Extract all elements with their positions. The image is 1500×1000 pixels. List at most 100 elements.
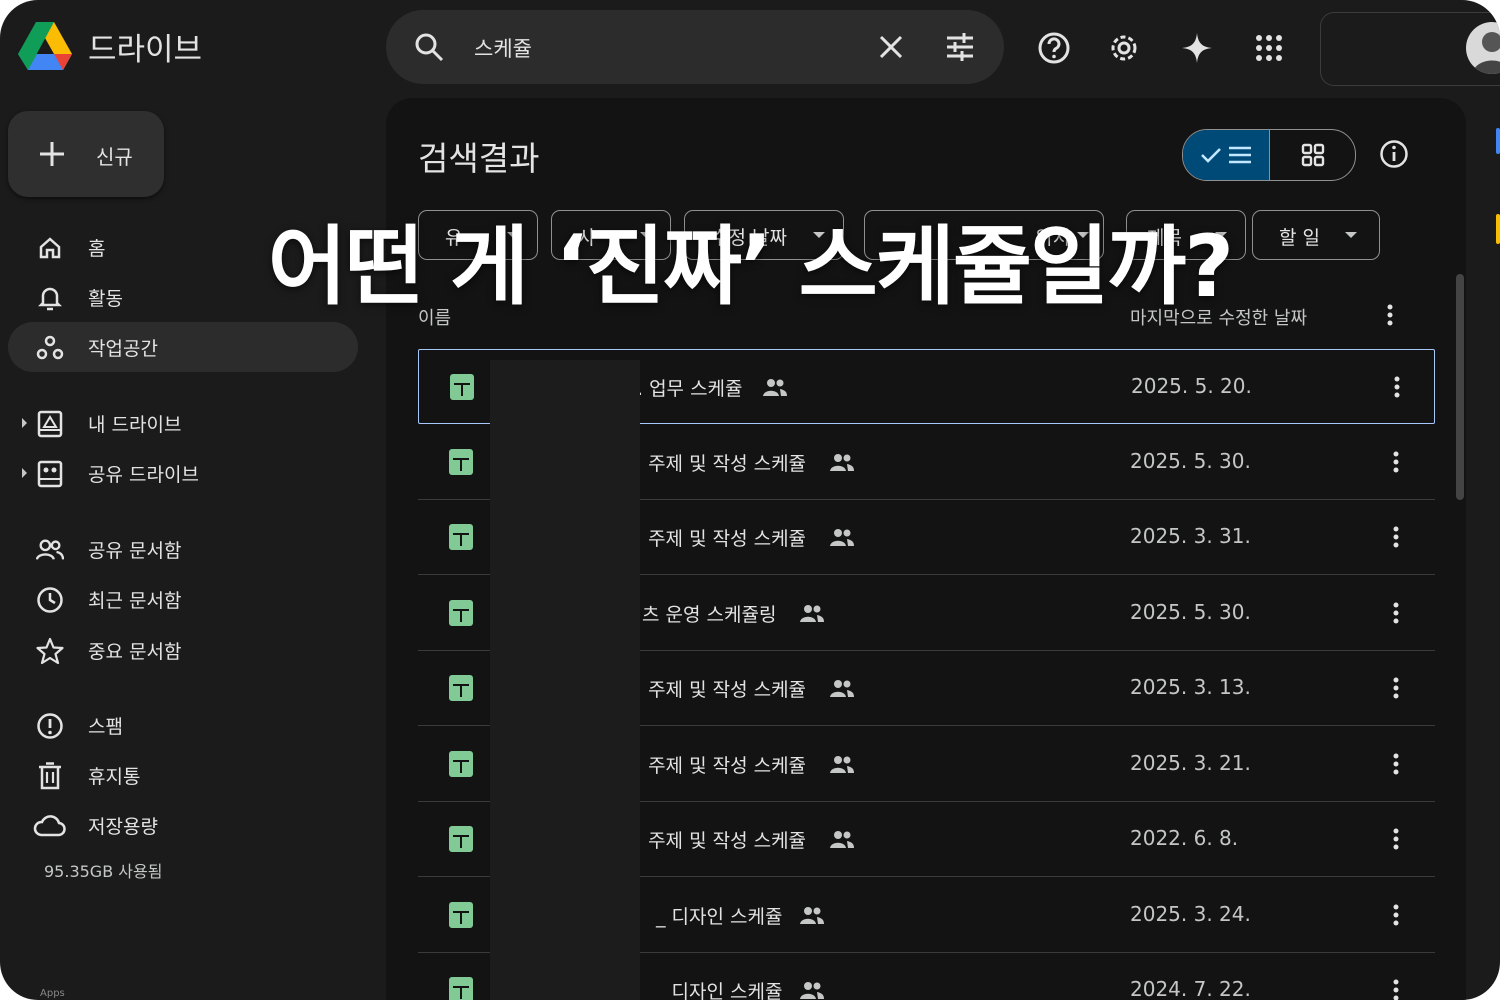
search-icon[interactable]	[412, 10, 446, 84]
more-vert-icon[interactable]	[1392, 526, 1400, 548]
expand-caret-icon[interactable]	[22, 468, 27, 478]
more-vert-icon[interactable]	[1392, 828, 1400, 850]
top-bar: 드라이브	[0, 0, 1500, 96]
file-name: . 주제 및 작성 스케쥴	[636, 755, 807, 777]
details-info-icon[interactable]	[1376, 136, 1412, 172]
more-vert-icon[interactable]	[1392, 451, 1400, 473]
file-name: _ 디자인 스케쥴	[656, 981, 783, 1000]
sidebar-item-starred[interactable]: 중요 문서함	[8, 625, 358, 675]
file-modified-date: 2024. 7. 22.	[1130, 977, 1251, 1000]
sheets-file-icon	[449, 977, 473, 1000]
sidebar-item-my-drive[interactable]: 내 드라이브	[8, 398, 358, 448]
sidebar-item-spam[interactable]: 스팸	[8, 700, 358, 750]
shared-drive-icon	[36, 460, 64, 488]
file-modified-date: 2022. 6. 8.	[1130, 826, 1239, 850]
file-modified-date: 2025. 5. 30.	[1130, 600, 1251, 624]
help-icon[interactable]	[1032, 26, 1076, 70]
file-modified-date: 2025. 5. 30.	[1130, 449, 1251, 473]
file-modified-date: 2025. 3. 13.	[1130, 675, 1251, 699]
star-icon	[36, 637, 64, 665]
list-icon	[1229, 146, 1251, 164]
file-name: . 업무 스케쥴	[637, 378, 743, 400]
sidebar-item-trash[interactable]: 휴지통	[8, 750, 358, 800]
sidebar-item-recent[interactable]: 최근 문서함	[8, 574, 358, 624]
file-modified-date: 2025. 5. 20.	[1131, 374, 1252, 398]
new-button[interactable]: 신규	[8, 111, 164, 197]
sheets-file-icon	[450, 374, 474, 400]
sidebar-item-label: 스팸	[88, 716, 123, 738]
more-vert-icon[interactable]	[1393, 376, 1401, 398]
clear-search-icon[interactable]	[874, 10, 908, 84]
sheets-file-icon	[449, 902, 473, 928]
shared-people-icon	[800, 982, 824, 999]
sidebar-item-label: 최근 문서함	[88, 590, 182, 612]
apps-grid-icon[interactable]	[1247, 26, 1291, 70]
search-options-icon[interactable]	[942, 10, 978, 84]
app-window: 드라이브 스케쥴 신규 홈 활동 작업공간 내 드라이브 공유 드라이브 공유 …	[0, 0, 1500, 1000]
shared-people-icon	[830, 680, 854, 697]
overlay-caption: 어떤 게 ‘진짜’ 스케쥴일까?	[267, 217, 1234, 317]
file-name: 츠 운영 스케쥴링	[642, 604, 777, 626]
shared-people-icon	[830, 529, 854, 546]
shared-people-icon	[830, 756, 854, 773]
file-modified-date: 2025. 3. 21.	[1130, 751, 1251, 775]
sidebar-item-storage[interactable]: 저장용량	[8, 800, 358, 850]
settings-gear-icon[interactable]	[1102, 26, 1146, 70]
more-vert-icon[interactable]	[1392, 979, 1400, 1000]
redaction-block	[490, 360, 640, 1000]
sidebar-item-workspace[interactable]: 작업공간	[8, 322, 358, 372]
search-input[interactable]	[472, 30, 856, 66]
sheets-file-icon	[449, 600, 473, 626]
sheets-file-icon	[449, 751, 473, 777]
file-name: . 주제 및 작성 스케쥴	[636, 528, 807, 550]
file-name: . 주제 및 작성 스케쥴	[636, 453, 807, 475]
my-drive-icon	[36, 410, 64, 438]
check-icon	[1201, 148, 1221, 163]
side-panel-accent	[1496, 128, 1500, 154]
sidebar-item-label: 공유 드라이브	[88, 464, 199, 486]
grid-icon	[1301, 143, 1324, 167]
sidebar-item-label: 작업공간	[88, 338, 158, 360]
more-vert-icon[interactable]	[1392, 904, 1400, 926]
more-vert-icon[interactable]	[1392, 753, 1400, 775]
more-vert-icon[interactable]	[1392, 677, 1400, 699]
spam-icon	[36, 712, 64, 740]
shared-people-icon	[800, 605, 824, 622]
file-name: . 주제 및 작성 스케쥴	[636, 679, 807, 701]
app-title: 드라이브	[88, 32, 203, 68]
sidebar-item-shared-drive[interactable]: 공유 드라이브	[8, 448, 358, 498]
sidebar-item-label: 저장용량	[88, 816, 158, 838]
sidebar-item-label: 휴지통	[88, 766, 141, 788]
shared-people-icon	[830, 831, 854, 848]
clock-icon	[36, 586, 64, 614]
workspace-icon	[36, 334, 64, 362]
grid-view-button[interactable]	[1270, 130, 1355, 180]
file-modified-date: 2025. 3. 24.	[1130, 902, 1251, 926]
sidebar-item-shared-with-me[interactable]: 공유 문서함	[8, 524, 358, 574]
sheets-file-icon	[449, 449, 473, 475]
shared-people-icon	[830, 454, 854, 471]
search-bar[interactable]	[386, 10, 1004, 84]
trash-icon	[36, 762, 64, 790]
sheets-file-icon	[449, 675, 473, 701]
sidebar-item-label: 공유 문서함	[88, 540, 182, 562]
sheets-file-icon	[449, 524, 473, 550]
storage-usage-text: 95.35GB 사용됨	[44, 862, 163, 881]
page-title: 검색결과	[418, 139, 540, 178]
drive-logo-icon[interactable]	[16, 20, 74, 74]
apps-label[interactable]: Apps	[40, 988, 65, 999]
sheets-file-icon	[449, 826, 473, 852]
more-vert-icon[interactable]	[1392, 602, 1400, 624]
list-view-button[interactable]	[1183, 130, 1270, 180]
people-icon	[36, 536, 64, 564]
shared-people-icon	[800, 907, 824, 924]
file-modified-date: 2025. 3. 31.	[1130, 524, 1251, 548]
sidebar-item-label: 내 드라이브	[88, 414, 182, 436]
file-name: _ 디자인 스케쥴	[656, 906, 783, 928]
file-name: . 주제 및 작성 스케쥴	[636, 830, 807, 852]
sidebar-item-label: 중요 문서함	[88, 641, 182, 663]
cloud-icon	[32, 812, 66, 840]
gemini-sparkle-icon[interactable]	[1175, 26, 1219, 70]
expand-caret-icon[interactable]	[22, 418, 27, 428]
plus-icon	[40, 142, 64, 166]
